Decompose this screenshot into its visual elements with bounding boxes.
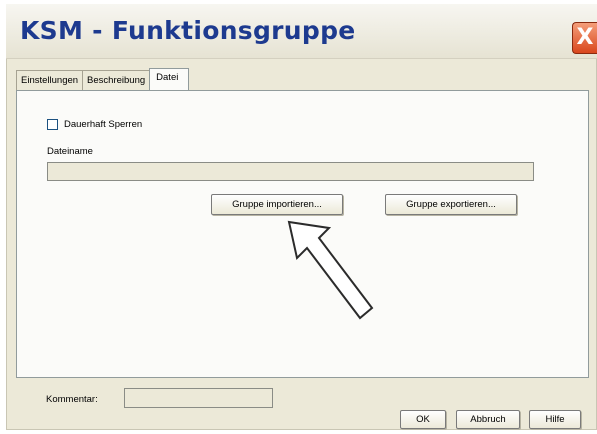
dialog-window: KSM - Funktionsgruppe X Einstellungen Be… <box>6 4 597 430</box>
filename-field[interactable] <box>47 162 534 181</box>
ok-button[interactable]: OK <box>400 410 446 429</box>
permanent-lock-label: Dauerhaft Sperren <box>64 119 143 130</box>
cancel-button[interactable]: Abbruch <box>456 410 520 429</box>
permanent-lock-option[interactable]: Dauerhaft Sperren <box>47 119 142 130</box>
comment-field[interactable] <box>124 388 273 408</box>
help-button[interactable]: Hilfe <box>529 410 581 429</box>
tab-einstellungen[interactable]: Einstellungen <box>16 70 84 90</box>
title-bar: KSM - Funktionsgruppe X <box>6 4 597 59</box>
permanent-lock-checkbox[interactable] <box>47 119 58 130</box>
tab-beschreibung[interactable]: Beschreibung <box>82 70 151 90</box>
export-group-button[interactable]: Gruppe exportieren... <box>385 194 517 215</box>
tab-datei[interactable]: Datei <box>149 68 190 90</box>
filename-label: Dateiname <box>47 146 93 157</box>
tab-bar: Einstellungen Beschreibung Datei <box>16 68 190 90</box>
close-button[interactable]: X <box>572 22 597 54</box>
arrow-pointer-icon <box>287 220 374 320</box>
window-title: KSM - Funktionsgruppe <box>20 16 356 45</box>
close-icon: X <box>576 25 594 50</box>
comment-label: Kommentar: <box>46 394 98 405</box>
